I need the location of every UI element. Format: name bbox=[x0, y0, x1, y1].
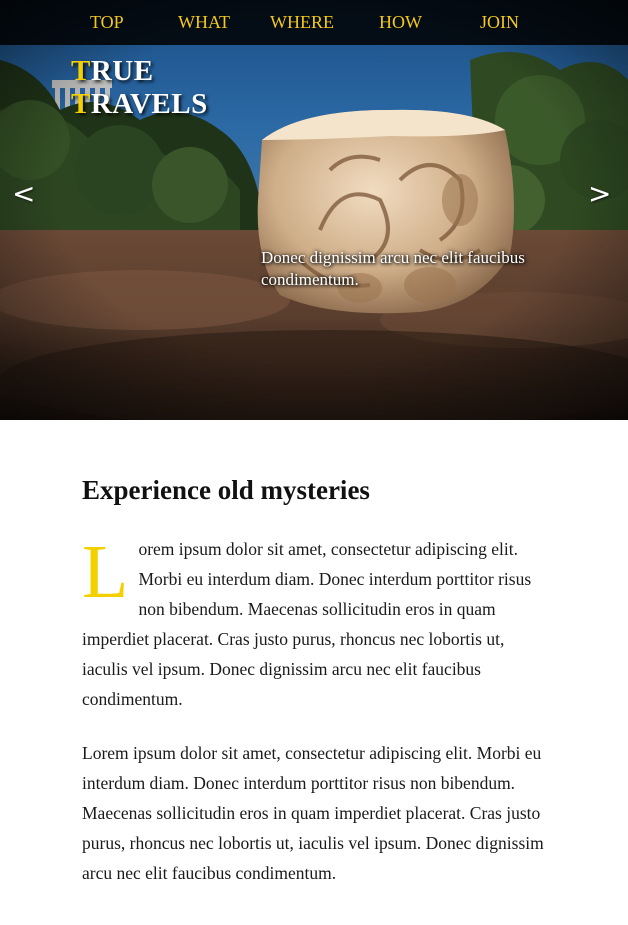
page: TOP WHAT WHERE HOW JOIN TRUE TRAVELS < >… bbox=[0, 0, 628, 925]
article-title: Experience old mysteries bbox=[82, 475, 370, 505]
drop-cap: L bbox=[82, 530, 129, 614]
paragraph-1-text: orem ipsum dolor sit amet, consectetur a… bbox=[82, 539, 532, 709]
slider-next-button[interactable]: > bbox=[588, 176, 611, 212]
article: Experience old mysteries Lorem ipsum dol… bbox=[82, 472, 552, 912]
logo-text-1: RUE bbox=[90, 55, 154, 87]
logo-initial-1: T bbox=[71, 55, 91, 87]
nav-link-top[interactable]: TOP bbox=[90, 11, 124, 33]
logo-initial-2: T bbox=[71, 88, 91, 120]
logo-line-1: TRUE bbox=[71, 55, 208, 88]
article-paragraph-2: Lorem ipsum dolor sit amet, consectetur … bbox=[82, 743, 544, 883]
hero-slider: TOP WHAT WHERE HOW JOIN TRUE TRAVELS < >… bbox=[0, 0, 628, 420]
logo-line-2: TRAVELS bbox=[71, 88, 208, 121]
slide-caption: Donec dignissim arcu nec elit faucibus c… bbox=[261, 248, 525, 289]
logo-text-2: RAVELS bbox=[90, 88, 208, 120]
slider-prev-button[interactable]: < bbox=[12, 176, 35, 212]
nav-link-join[interactable]: JOIN bbox=[480, 11, 519, 33]
nav-link-what[interactable]: WHAT bbox=[178, 11, 230, 33]
site-logo[interactable]: TRUE TRAVELS bbox=[71, 55, 208, 121]
article-paragraph-1: Lorem ipsum dolor sit amet, consectetur … bbox=[82, 534, 552, 714]
nav-link-how[interactable]: HOW bbox=[379, 11, 422, 33]
nav-link-where[interactable]: WHERE bbox=[270, 11, 334, 33]
top-nav: TOP WHAT WHERE HOW JOIN bbox=[0, 0, 628, 45]
